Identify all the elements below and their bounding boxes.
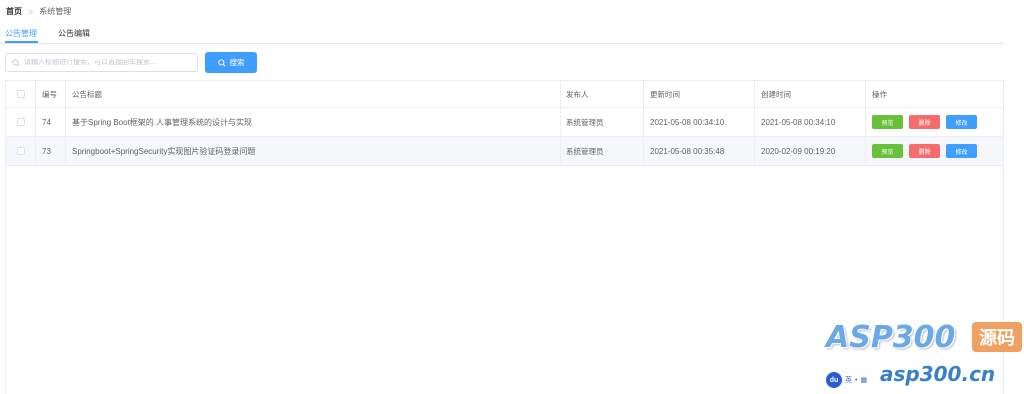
ime-language-toggle[interactable]: 英 <box>845 375 852 385</box>
header-updated: 更新时间 <box>644 81 755 107</box>
tab-bar: 公告管理 公告编辑 <box>0 24 1004 44</box>
search-icon <box>12 58 20 66</box>
edit-button[interactable]: 修改 <box>946 115 977 129</box>
header-publisher: 发布人 <box>561 81 644 107</box>
site-watermark: ASP300 源码 asp300.cn du 英 • ▦ <box>826 318 1024 394</box>
delete-button[interactable]: 删除 <box>909 115 940 129</box>
row-actions: 预览 删除 修改 <box>866 137 1003 165</box>
tab-notice-edit[interactable]: 公告编辑 <box>58 28 90 39</box>
delete-button[interactable]: 删除 <box>909 144 940 158</box>
ime-logo-icon[interactable]: du <box>826 372 842 388</box>
row-actions: 预览 删除 修改 <box>866 108 1003 136</box>
row-title: 基于Spring Boot框架的 人事管理系统的设计与实现 <box>66 108 561 136</box>
header-select-all-cell <box>6 81 36 107</box>
ime-punctuation-icon[interactable]: • <box>855 377 857 384</box>
preview-button[interactable]: 预览 <box>872 115 903 129</box>
search-field[interactable] <box>5 53 198 72</box>
row-created: 2021-05-08 00:34:10 <box>755 108 866 136</box>
table-header: 编号 公告标题 发布人 更新时间 创建时间 操作 <box>6 81 1003 108</box>
row-select-cell <box>6 137 36 165</box>
breadcrumb-home[interactable]: 首页 <box>6 6 22 17</box>
search-icon <box>217 58 226 67</box>
breadcrumb: 首页 > 系统管理 <box>6 6 71 17</box>
preview-button[interactable]: 预览 <box>872 144 903 158</box>
watermark-tag: 源码 <box>972 322 1022 352</box>
watermark-brand: ASP300 <box>826 320 956 355</box>
search-input[interactable] <box>24 59 194 66</box>
breadcrumb-current: 系统管理 <box>39 7 72 16</box>
row-publisher: 系统管理员 <box>561 108 644 136</box>
table-row: 74 基于Spring Boot框架的 人事管理系统的设计与实现 系统管理员 2… <box>6 108 1003 137</box>
row-id: 74 <box>36 108 66 136</box>
ime-toolbar: du 英 • ▦ <box>826 372 867 388</box>
row-updated: 2021-05-08 00:34:10 <box>644 108 755 136</box>
tab-notice-management[interactable]: 公告管理 <box>5 28 37 39</box>
search-button-label: 搜索 <box>229 58 245 67</box>
row-checkbox[interactable] <box>16 118 25 126</box>
edit-button[interactable]: 修改 <box>946 144 977 158</box>
header-created: 创建时间 <box>755 81 866 107</box>
row-select-cell <box>6 108 36 136</box>
row-title: Springboot+SpringSecurity实现图片验证码登录问题 <box>66 137 561 165</box>
select-all-checkbox[interactable] <box>16 90 25 98</box>
ime-keyboard-icon[interactable]: ▦ <box>860 376 867 384</box>
breadcrumb-separator: > <box>28 6 34 17</box>
header-actions: 操作 <box>872 89 887 99</box>
header-title: 公告标题 <box>66 81 561 107</box>
row-id: 73 <box>36 137 66 165</box>
search-button[interactable]: 搜索 <box>205 52 257 73</box>
row-checkbox[interactable] <box>16 147 25 155</box>
row-created: 2020-02-09 00:19:20 <box>755 137 866 165</box>
tab-active-indicator <box>5 41 38 43</box>
watermark-url: asp300.cn <box>880 362 996 386</box>
row-publisher: 系统管理员 <box>561 137 644 165</box>
row-updated: 2021-05-08 00:35:48 <box>644 137 755 165</box>
header-id: 编号 <box>36 81 66 107</box>
table-row: 73 Springboot+SpringSecurity实现图片验证码登录问题 … <box>6 137 1003 166</box>
